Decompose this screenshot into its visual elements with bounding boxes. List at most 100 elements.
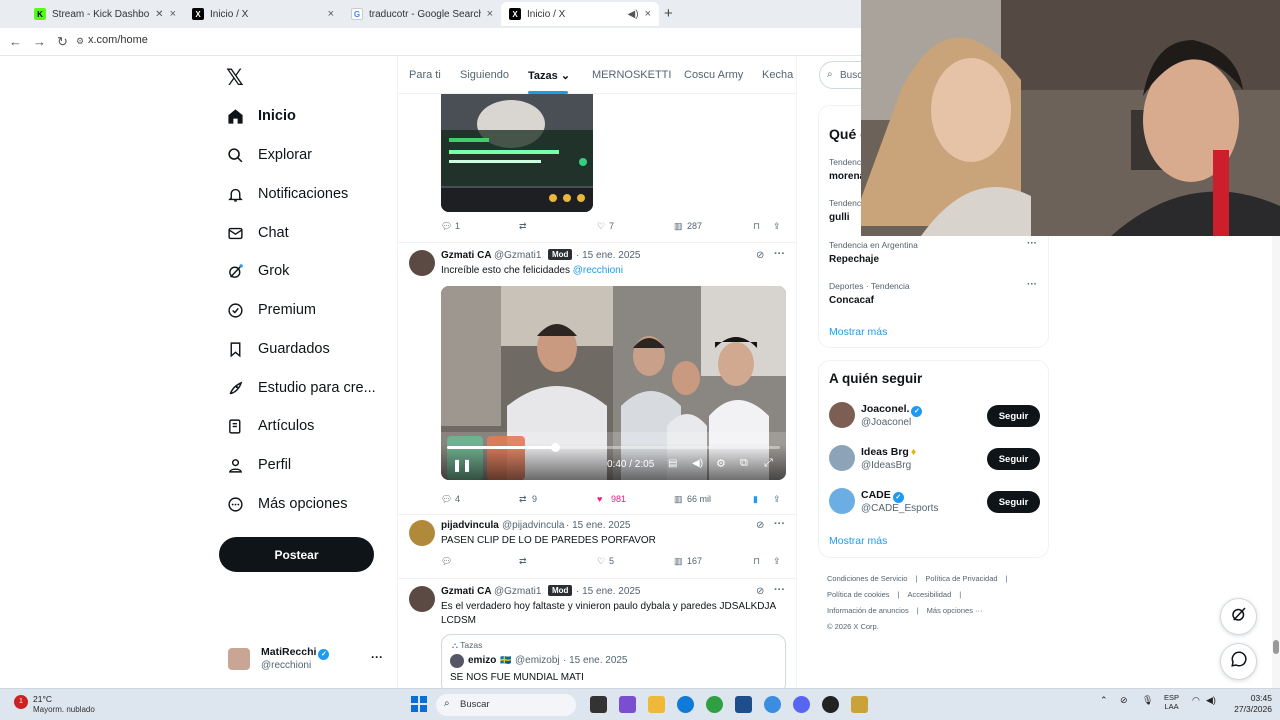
mic-icon[interactable]: 🎙︎ — [1142, 695, 1153, 706]
reload-icon[interactable]: ↻ — [57, 34, 68, 50]
sidebar-item-guardados[interactable]: Guardados — [226, 337, 330, 361]
retweet-icon[interactable]: ⇄ — [519, 494, 527, 505]
back-icon[interactable]: ← — [9, 34, 22, 49]
more-dots-icon[interactable]: ··· — [774, 518, 785, 530]
footer-link[interactable]: Información de anuncios — [827, 606, 909, 615]
author-name[interactable]: pijadvincula — [441, 520, 499, 531]
follow-button[interactable]: Seguir — [987, 405, 1040, 427]
sidebar-item-grok[interactable]: Grok — [226, 259, 289, 283]
author-handle[interactable]: @pijadvincula — [502, 520, 564, 531]
progress-handle[interactable] — [551, 443, 560, 452]
avatar[interactable] — [409, 520, 435, 546]
video-thumbnail[interactable] — [441, 94, 593, 212]
grok-fab[interactable] — [1220, 598, 1257, 635]
reply-icon[interactable]: 💬︎ — [441, 556, 452, 567]
author-handle[interactable]: @Gzmati1 — [494, 586, 541, 597]
tab-inicio-x-1[interactable]: X Inicio / X × — [184, 2, 342, 26]
system-clock[interactable]: 03:45 27/3/2026 — [1222, 693, 1272, 715]
close-tab-icon[interactable]: × — [645, 8, 651, 20]
video-player[interactable]: ❚❚ 0:40 / 2:05 ▤ ◀) ⚙ ⧉ ⤢ — [441, 286, 786, 480]
muted-icon[interactable]: ✕ — [155, 9, 163, 20]
chevron-up-icon[interactable]: ⌃ — [1100, 695, 1108, 706]
mention-link[interactable]: @recchioni — [573, 265, 623, 276]
retweet-icon[interactable]: ⇄ — [519, 556, 527, 567]
chrome-icon[interactable] — [706, 696, 723, 713]
edge-icon[interactable] — [677, 696, 694, 713]
site-info-icon[interactable]: ⚙ — [76, 36, 84, 47]
more-dots-icon[interactable]: ··· — [1027, 279, 1037, 290]
scrollbar-thumb[interactable] — [1273, 640, 1279, 654]
tab-coscu-army[interactable]: Coscu Army — [684, 69, 743, 81]
share-icon[interactable]: ⇪ — [773, 221, 781, 232]
author-name[interactable]: Gzmati CA — [441, 586, 492, 597]
bookmark-icon[interactable]: ▮ — [753, 494, 758, 505]
follow-button[interactable]: Seguir — [987, 491, 1040, 513]
more-dots-icon[interactable]: ··· — [774, 584, 785, 596]
close-tab-icon[interactable]: × — [170, 8, 176, 20]
footer-link[interactable]: Política de Privacidad — [925, 574, 997, 583]
grok-icon[interactable]: ⊘ — [756, 520, 764, 531]
app-icon[interactable] — [851, 696, 868, 713]
audio-playing-icon[interactable]: ◀) — [628, 9, 639, 20]
views-icon[interactable]: ▥ — [674, 221, 683, 232]
forward-icon[interactable]: → — [33, 34, 46, 49]
trend-item[interactable]: Deportes · Tendencia Concacaf ··· — [829, 279, 1039, 306]
close-tab-icon[interactable]: × — [487, 8, 493, 20]
share-icon[interactable]: ⇪ — [773, 556, 781, 567]
avatar[interactable] — [409, 586, 435, 612]
like-icon[interactable]: ♡ — [597, 556, 605, 567]
pause-icon[interactable]: ❚❚ — [452, 458, 472, 472]
volume-icon[interactable]: ◀) — [692, 458, 703, 469]
footer-link[interactable]: Condiciones de Servicio — [827, 574, 907, 583]
sidebar-item-notificaciones[interactable]: Notificaciones — [226, 182, 348, 206]
tab-mernosketti[interactable]: MERNOSKETTI — [592, 69, 671, 81]
post-button[interactable]: Postear — [219, 537, 374, 572]
more-dots-icon[interactable]: ··· — [371, 650, 383, 664]
more-dots-icon[interactable]: ··· — [774, 248, 785, 260]
app-icon[interactable] — [619, 696, 636, 713]
reply-icon[interactable]: 💬︎ — [441, 494, 452, 505]
tweet-date[interactable]: · 15 ene. 2025 — [576, 586, 641, 597]
tab-google-search[interactable]: G traducotr - Google Search × — [343, 2, 501, 26]
footer-link[interactable]: Política de cookies — [827, 590, 890, 599]
tab-siguiendo[interactable]: Siguiendo — [460, 69, 509, 81]
tweet-date[interactable]: · 15 ene. 2025 — [576, 250, 641, 261]
follow-suggestion[interactable]: Joaconel. ✓ @Joaconel Seguir — [829, 402, 1041, 432]
close-tab-icon[interactable]: × — [328, 8, 334, 20]
url-field[interactable]: x.com/home — [88, 34, 148, 46]
author-name[interactable]: Gzmati CA — [441, 250, 492, 261]
sidebar-item-articulos[interactable]: Artículos — [226, 414, 314, 438]
fullscreen-icon[interactable]: ⤢ — [764, 457, 773, 470]
windows-start-icon[interactable] — [411, 696, 427, 717]
tab-inicio-x-active[interactable]: X Inicio / X ◀) × — [501, 2, 659, 26]
footer-link[interactable]: Accesibilidad — [908, 590, 952, 599]
tab-para-ti[interactable]: Para ti — [409, 69, 441, 81]
views-icon[interactable]: ▥ — [674, 556, 683, 567]
messages-fab[interactable] — [1220, 643, 1257, 680]
chrome-profile-icon[interactable] — [764, 696, 781, 713]
sidebar-item-premium[interactable]: Premium — [226, 298, 316, 322]
bookmark-icon[interactable]: ⊓ — [753, 556, 760, 567]
sidebar-item-inicio[interactable]: Inicio — [226, 104, 296, 128]
reply-icon[interactable]: 💬︎ — [441, 221, 452, 232]
trend-item[interactable]: Tendencia en Argentina Repechaje ··· — [829, 238, 1039, 265]
grok-icon[interactable]: ⊘ — [756, 250, 764, 261]
retweet-icon[interactable]: ⇄ — [519, 221, 527, 232]
wifi-icon[interactable]: ◠ — [1192, 695, 1200, 706]
more-dots-icon[interactable]: ··· — [1027, 238, 1037, 249]
obs-icon[interactable] — [822, 696, 839, 713]
taskbar-search[interactable]: ⌕ Buscar — [436, 694, 576, 716]
task-view-icon[interactable] — [590, 696, 607, 713]
sidebar-item-estudio[interactable]: Estudio para cre... — [226, 376, 376, 400]
like-icon[interactable]: ♡ — [597, 221, 605, 232]
like-icon[interactable]: ♥ — [597, 494, 602, 504]
avatar[interactable] — [409, 250, 435, 276]
volume-icon[interactable]: ◀) — [1206, 695, 1216, 706]
follow-button[interactable]: Seguir — [987, 448, 1040, 470]
network-off-icon[interactable]: ⊘ — [1120, 695, 1128, 706]
account-switcher[interactable]: MatiRecchi ✓ @recchioni ··· — [228, 644, 388, 684]
store-icon[interactable] — [735, 696, 752, 713]
follow-suggestion[interactable]: CADE ✓ @CADE_Esports Seguir — [829, 488, 1041, 518]
bookmark-icon[interactable]: ⊓ — [753, 221, 760, 232]
share-icon[interactable]: ⇪ — [773, 494, 781, 505]
